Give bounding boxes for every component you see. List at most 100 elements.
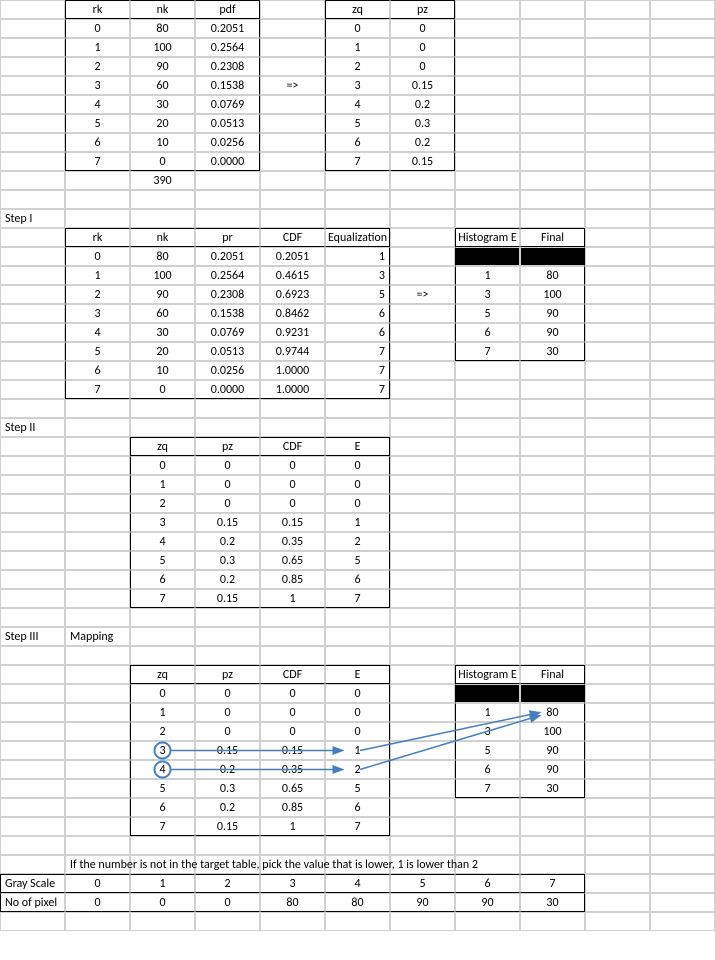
table-cell: 6: [130, 798, 195, 817]
table-cell: 3: [130, 513, 195, 532]
table-cell: 4: [325, 874, 390, 893]
table-header: CDF: [260, 228, 325, 247]
table-cell: 0: [390, 19, 455, 38]
black-row: [455, 247, 520, 266]
table-cell: 0.15: [260, 513, 325, 532]
table-cell: 0: [260, 456, 325, 475]
table-cell: 0.35: [260, 532, 325, 551]
table-cell: 100: [130, 266, 195, 285]
table-cell: 0.0256: [195, 361, 260, 380]
table-cell: 4: [130, 532, 195, 551]
step-label: Step I: [0, 209, 65, 228]
step-sublabel: Mapping: [65, 627, 130, 646]
table-cell: 4: [65, 95, 130, 114]
table-cell: 0.9231: [260, 323, 325, 342]
black-row: [520, 247, 585, 266]
table-cell: 0: [260, 703, 325, 722]
table-cell: 1: [65, 38, 130, 57]
table-header: pdf: [195, 0, 260, 19]
table-cell: 6: [325, 133, 390, 152]
table-cell: 0: [130, 684, 195, 703]
table-cell: 0: [325, 475, 390, 494]
table-cell: 0: [195, 494, 260, 513]
table-cell: 1.0000: [260, 380, 325, 399]
table-header: nk: [130, 228, 195, 247]
table-cell: 7: [520, 874, 585, 893]
table-cell: 7: [325, 342, 390, 361]
table-cell: 100: [520, 285, 585, 304]
table-cell: 0.65: [260, 551, 325, 570]
table-cell: 0.2: [390, 133, 455, 152]
table-cell: 5: [130, 551, 195, 570]
table-cell: 0.0513: [195, 342, 260, 361]
table-header: E: [325, 437, 390, 456]
table-cell: 2: [325, 760, 390, 779]
table-header: rk: [65, 228, 130, 247]
table-header: zq: [325, 0, 390, 19]
table-cell: 4: [130, 760, 195, 779]
table-cell: 90: [455, 893, 520, 912]
table-cell: 60: [130, 76, 195, 95]
table-cell: 0.3: [390, 114, 455, 133]
black-row: [455, 684, 520, 703]
table-cell: 0.2051: [260, 247, 325, 266]
table-header: Histogram E: [455, 228, 520, 247]
table-cell: 0: [130, 380, 195, 399]
table-cell: 0: [195, 893, 260, 912]
table-cell: 0: [260, 684, 325, 703]
table-cell: 0: [325, 19, 390, 38]
table-cell: 0.2051: [195, 19, 260, 38]
table-cell: 0.15: [390, 152, 455, 171]
table-header: Histogram E: [455, 665, 520, 684]
table-cell: 0.0000: [195, 380, 260, 399]
table-header: pz: [195, 665, 260, 684]
table-cell: 30: [130, 95, 195, 114]
table-cell: 0: [195, 703, 260, 722]
table-cell: 1: [130, 475, 195, 494]
table-cell: 20: [130, 114, 195, 133]
step-label: Step II: [0, 418, 65, 437]
table-cell: 1: [325, 38, 390, 57]
table-cell: 0.0256: [195, 133, 260, 152]
table-cell: 6: [65, 133, 130, 152]
table-cell: 3: [325, 266, 390, 285]
table-cell: 1: [325, 741, 390, 760]
table-cell: 3: [455, 722, 520, 741]
table-cell: 2: [325, 532, 390, 551]
table-cell: 0: [390, 38, 455, 57]
row-label: No of pixel: [0, 893, 65, 912]
table-cell: 0.2: [195, 798, 260, 817]
table-header: Final: [520, 228, 585, 247]
table-cell: 5: [65, 342, 130, 361]
table-cell: 0: [195, 684, 260, 703]
table-cell: 0.8462: [260, 304, 325, 323]
table-cell: 5: [325, 285, 390, 304]
table-cell: 60: [130, 304, 195, 323]
table-cell: 90: [520, 760, 585, 779]
table-cell: 7: [325, 380, 390, 399]
table-header: CDF: [260, 437, 325, 456]
table-cell: 7: [130, 817, 195, 836]
table-cell: 7: [65, 152, 130, 171]
table-cell: 6: [325, 570, 390, 589]
table-cell: 6: [325, 304, 390, 323]
table-cell: 5: [325, 114, 390, 133]
table-cell: 0: [260, 494, 325, 513]
table-header: pz: [390, 0, 455, 19]
table-cell: 80: [520, 703, 585, 722]
table-cell: 20: [130, 342, 195, 361]
table-cell: 5: [390, 874, 455, 893]
table-cell: 0.15: [260, 741, 325, 760]
table-cell: 0.2: [390, 95, 455, 114]
table-cell: 0: [130, 893, 195, 912]
table-cell: 2: [130, 494, 195, 513]
table-cell: 90: [130, 57, 195, 76]
table-cell: 3: [130, 741, 195, 760]
table-cell: 7: [455, 342, 520, 361]
table-cell: 0.2: [195, 760, 260, 779]
table-cell: 0.0769: [195, 323, 260, 342]
black-row: [520, 684, 585, 703]
table-cell: 0.2308: [195, 285, 260, 304]
table-cell: 80: [325, 893, 390, 912]
table-cell: 7: [325, 152, 390, 171]
